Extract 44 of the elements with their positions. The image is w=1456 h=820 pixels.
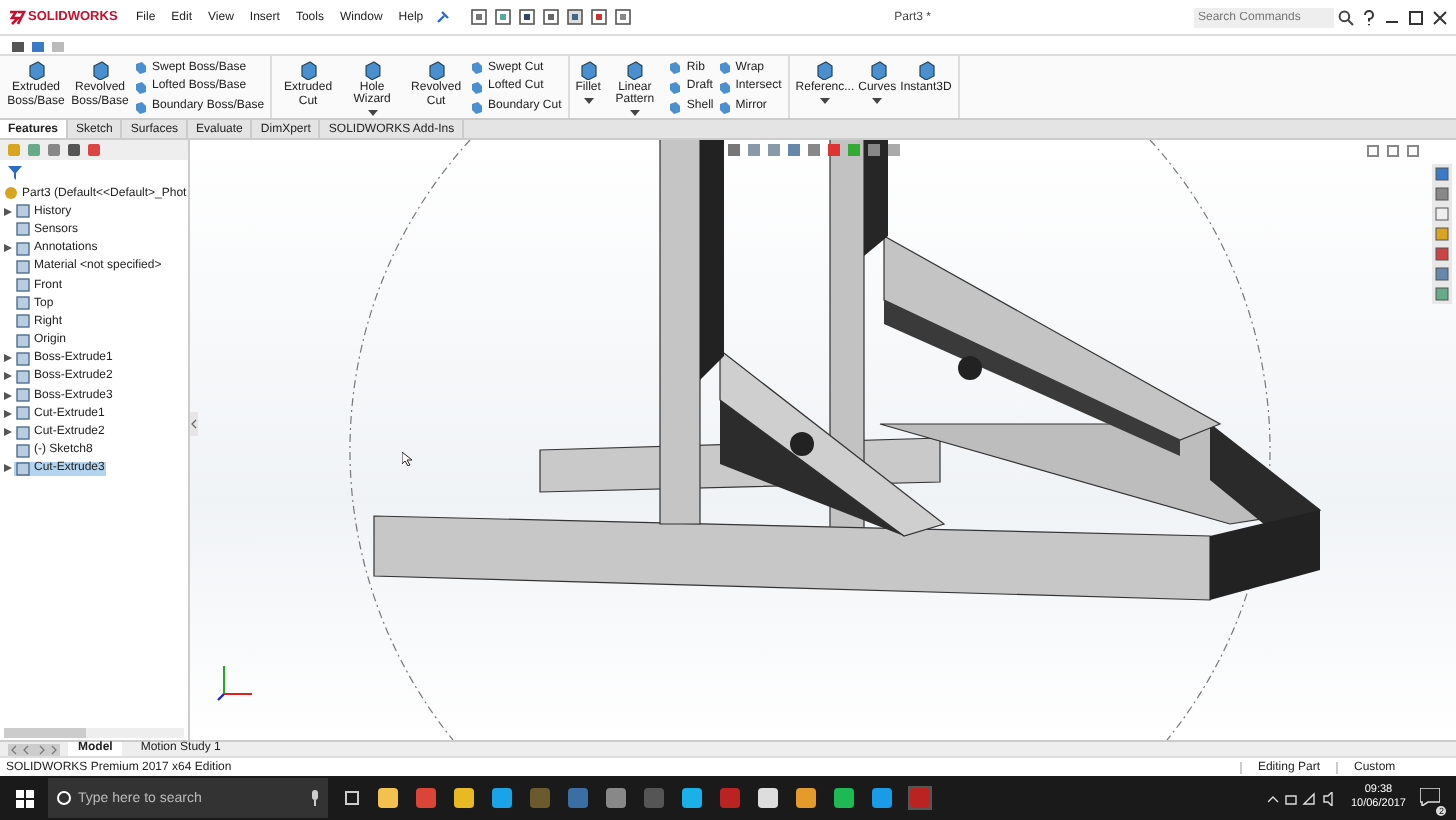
taskbar-app-icon[interactable] <box>870 786 894 810</box>
tab-scroll-icon[interactable] <box>8 743 60 755</box>
filter-icon[interactable] <box>8 165 22 179</box>
logo-icon <box>8 9 26 25</box>
expand-icon[interactable] <box>3 207 11 216</box>
search-icon <box>56 790 72 806</box>
taskbar-app-icon[interactable] <box>376 786 400 810</box>
notification-icon[interactable] <box>1420 787 1440 805</box>
expand-icon[interactable] <box>3 354 11 363</box>
windows-logo-icon[interactable] <box>16 789 34 807</box>
cursor-icon <box>402 452 412 466</box>
expand-icon[interactable] <box>3 428 11 437</box>
microphone-icon <box>310 790 320 806</box>
pin-icon[interactable] <box>435 10 450 24</box>
tool-icon <box>426 60 447 80</box>
help-icon[interactable] <box>1362 9 1376 25</box>
tool-icon <box>867 60 888 80</box>
part-icon <box>4 186 18 201</box>
tool-icon <box>624 60 645 80</box>
tool-icon <box>90 60 110 80</box>
tool-icon <box>814 60 835 80</box>
taskbar-app-icon[interactable] <box>756 786 780 810</box>
maximize-icon[interactable] <box>1408 9 1424 25</box>
search-icon <box>1338 9 1354 25</box>
axis-triad-icon <box>217 665 253 701</box>
tool-icon <box>26 60 46 80</box>
tool-icon <box>362 60 383 80</box>
tray-icons-drawing[interactable] <box>1268 791 1337 805</box>
taskbar-app-icon[interactable] <box>832 786 856 810</box>
collapse-handle-icon[interactable] <box>190 412 198 436</box>
taskbar-app-icon[interactable] <box>680 786 704 810</box>
taskbar-app-icon[interactable] <box>794 786 818 810</box>
tool-icon <box>578 60 599 80</box>
close-icon[interactable] <box>1432 9 1448 25</box>
tool-icon <box>916 60 936 80</box>
tool-icon <box>298 60 319 80</box>
taskbar-app-icon[interactable] <box>452 786 476 810</box>
taskbar-app-icon[interactable] <box>490 786 514 810</box>
expand-icon[interactable] <box>3 391 11 400</box>
task-view-icon[interactable] <box>342 790 362 806</box>
scrollbar[interactable] <box>4 728 184 738</box>
expand-icon[interactable] <box>3 372 11 381</box>
expand-icon[interactable] <box>3 244 11 253</box>
expand-icon[interactable] <box>3 409 11 418</box>
